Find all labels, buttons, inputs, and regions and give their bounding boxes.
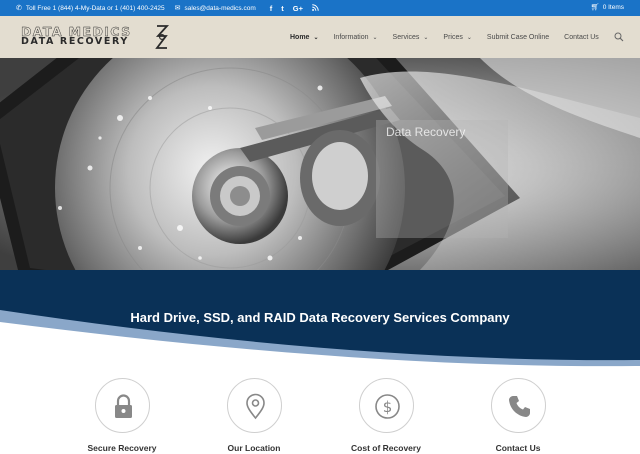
feature-our-location[interactable]: Our Location xyxy=(199,378,309,453)
nav-contact-us[interactable]: Contact Us xyxy=(564,34,599,41)
feature-icon-circle xyxy=(226,378,282,433)
location-pin-icon xyxy=(245,393,265,420)
nav-home-label: Home xyxy=(290,33,310,41)
google-plus-icon[interactable]: G+ xyxy=(293,4,303,12)
site-logo[interactable]: DATA MEDICS DATA RECOVERY xyxy=(21,24,171,50)
svg-text:$: $ xyxy=(382,398,392,416)
nav-services[interactable]: Services ⌄ xyxy=(393,34,429,41)
facebook-icon[interactable]: f xyxy=(270,4,273,12)
twitter-icon[interactable]: t xyxy=(281,4,284,12)
feature-icon-circle xyxy=(94,378,150,433)
feature-contact-us[interactable]: Contact Us xyxy=(463,378,573,453)
banner-title: Hard Drive, SSD, and RAID Data Recovery … xyxy=(130,310,510,325)
feature-label: Secure Recovery xyxy=(87,443,157,453)
site-header: DATA MEDICS DATA RECOVERY Home ⌄ Informat… xyxy=(0,16,640,58)
feature-label: Cost of Recovery xyxy=(351,443,421,453)
cart-link[interactable]: 🛒︎ 0 Items xyxy=(591,4,624,11)
chevron-down-icon: ⌄ xyxy=(423,34,429,41)
lock-icon xyxy=(114,394,132,418)
top-bar-phone[interactable]: Toll Free 1 (844) 4-My-Data or 1 (401) 4… xyxy=(26,5,165,12)
dollar-icon: $ xyxy=(374,394,400,419)
headline-banner: Hard Drive, SSD, and RAID Data Recovery … xyxy=(0,270,640,370)
feature-icon-circle: $ xyxy=(358,378,414,433)
logo-line-2: DATA RECOVERY xyxy=(21,36,129,47)
chevron-down-icon: ⌄ xyxy=(372,34,378,41)
top-bar-email[interactable]: sales@data-medics.com xyxy=(184,5,255,12)
nav-prices[interactable]: Prices ⌄ xyxy=(443,34,471,41)
top-bar-contact: ✆ Toll Free 1 (844) 4-My-Data or 1 (401)… xyxy=(16,4,319,12)
features-row: Secure Recovery Our Location $ Cost of R… xyxy=(0,370,640,454)
main-nav: Home ⌄ Information ⌄ Services ⌄ Prices ⌄ Sub… xyxy=(290,31,624,43)
cart-icon: 🛒︎ xyxy=(590,4,600,11)
nav-services-label: Services xyxy=(392,33,420,41)
hero-caption-title: Data Recovery xyxy=(386,125,466,139)
feature-icon-circle xyxy=(490,378,546,433)
cart-count: 0 Items xyxy=(602,4,624,11)
nav-information[interactable]: Information ⌄ xyxy=(333,34,377,41)
feature-secure-recovery[interactable]: Secure Recovery xyxy=(67,378,177,453)
caduceus-icon xyxy=(155,25,170,49)
rss-icon[interactable] xyxy=(312,4,319,12)
feature-cost-of-recovery[interactable]: $ Cost of Recovery xyxy=(331,378,441,453)
nav-prices-label: Prices xyxy=(443,33,463,41)
feature-label: Contact Us xyxy=(495,443,541,453)
phone-icon xyxy=(508,396,530,417)
top-bar: ✆ Toll Free 1 (844) 4-My-Data or 1 (401)… xyxy=(0,0,640,16)
chevron-down-icon: ⌄ xyxy=(466,34,472,41)
nav-information-label: Information xyxy=(333,33,369,41)
nav-submit-case-label: Submit Case Online xyxy=(486,33,550,41)
nav-home[interactable]: Home ⌄ xyxy=(290,34,318,41)
social-links: f t G+ xyxy=(270,4,319,12)
search-icon[interactable] xyxy=(614,32,624,42)
hero-caption: Data Recovery xyxy=(376,120,508,238)
hero-slider: Data Recovery xyxy=(0,58,640,270)
envelope-icon: ✉ xyxy=(174,4,181,12)
chevron-down-icon: ⌄ xyxy=(313,34,319,41)
nav-contact-us-label: Contact Us xyxy=(564,33,599,41)
phone-icon: ✆ xyxy=(16,4,22,12)
hard-drive-image xyxy=(0,58,640,270)
nav-submit-case[interactable]: Submit Case Online xyxy=(487,34,549,41)
feature-label: Our Location xyxy=(227,443,281,453)
